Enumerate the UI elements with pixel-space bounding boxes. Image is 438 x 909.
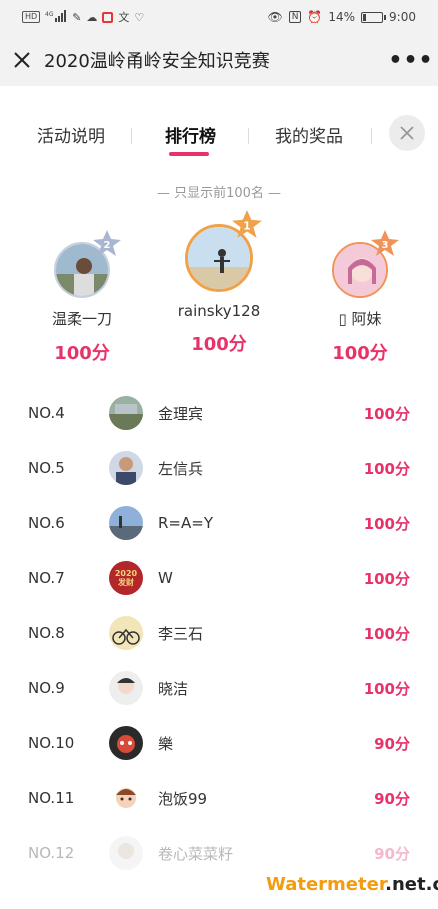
svg-text:4G: 4G (45, 11, 54, 18)
podium-first-name: rainsky128 (177, 302, 261, 320)
rank-label: NO.6 (28, 514, 65, 532)
user-score: 100分 (363, 569, 410, 588)
translate-icon: 文 (118, 11, 130, 24)
podium: 2 温柔一刀 100分 1 rainsky128 100分 3 ▯ 阿妹 100… (0, 210, 438, 365)
user-score: 100分 (363, 514, 410, 533)
podium-second[interactable]: 2 温柔一刀 100分 (12, 230, 152, 365)
avatar (109, 671, 143, 705)
user-score: 100分 (363, 624, 410, 643)
hd-icon: HD (22, 11, 41, 23)
gold-rank-label: 1 (243, 219, 250, 232)
user-name: 李三石 (158, 624, 204, 643)
user-score: 90分 (374, 789, 410, 808)
rank-label: NO.12 (28, 844, 75, 862)
user-name: 泡饭99 (158, 789, 208, 808)
podium-second-name: 温柔一刀 (51, 310, 112, 328)
battery-percent: 14% (328, 10, 356, 24)
rank-label: NO.7 (28, 569, 65, 587)
user-score: 90分 (374, 844, 410, 863)
podium-first[interactable]: 1 rainsky128 100分 (149, 210, 289, 356)
notification-icon: ✎ (72, 10, 82, 24)
bronze-rank-label: 3 (382, 240, 389, 251)
tab-divider (371, 128, 372, 144)
list-item[interactable]: NO.9 晓洁 100分 (0, 661, 438, 715)
nfc-icon: N (288, 11, 302, 23)
rank-label: NO.10 (28, 734, 75, 752)
user-score: 100分 (363, 459, 410, 478)
tab-divider (248, 128, 249, 144)
app-icon (102, 11, 114, 23)
user-name: 金理宾 (158, 404, 204, 423)
user-score: 90分 (374, 734, 410, 753)
user-name: 晓洁 (158, 679, 189, 698)
podium-first-score: 100分 (191, 334, 247, 355)
rank-label: NO.4 (28, 404, 65, 422)
top100-notice: — 只显示前100名 — (156, 186, 282, 201)
avatar (109, 781, 143, 815)
user-name: 樂 (158, 734, 174, 753)
user-name: 卷心菜菜籽 (158, 844, 234, 863)
avatar (109, 616, 143, 650)
avatar (109, 506, 143, 540)
eye-icon: 👁 (267, 10, 283, 24)
list-item[interactable]: NO.8 李三石 100分 (0, 606, 438, 660)
list-item[interactable]: NO.10 樂 90分 (0, 716, 438, 770)
tab-my-prizes[interactable]: 我的奖品 (275, 122, 343, 147)
status-left: HD 4G ✎ ☁ 文 ♡ (22, 9, 267, 25)
rank-label: NO.11 (28, 789, 75, 807)
gold-badge-icon: 1 (232, 210, 262, 238)
avatar: 2020 发财 (109, 561, 143, 595)
avatar (109, 836, 143, 870)
tab-activity-info[interactable]: 活动说明 (37, 122, 105, 147)
list-item[interactable]: NO.12 卷心菜菜籽 90分 (0, 826, 438, 880)
battery-icon (361, 11, 387, 23)
rank-label: NO.8 (28, 624, 65, 642)
tab-divider (131, 128, 132, 144)
watermark-part2: .net.cn (385, 874, 438, 895)
rank-label: NO.9 (28, 679, 65, 697)
title-bar: 2020温岭甬岭安全知识竞赛 ••• (0, 34, 438, 86)
podium-second-score: 100分 (54, 343, 110, 364)
list-item[interactable]: NO.5 左信兵 100分 (0, 441, 438, 495)
avatar (109, 726, 143, 760)
signal-icon: 4G (45, 9, 67, 25)
more-menu-icon[interactable]: ••• (384, 48, 438, 73)
list-item[interactable]: NO.7 2020 发财 W 100分 (0, 551, 438, 605)
bronze-badge-icon: 3 (371, 230, 399, 256)
avatar (109, 451, 143, 485)
rank-label: NO.5 (28, 459, 65, 477)
heart-icon: ♡ (134, 10, 145, 24)
tab-leaderboard[interactable]: 排行榜 (165, 122, 216, 147)
active-tab-indicator (169, 152, 209, 156)
user-name: 左信兵 (158, 459, 204, 478)
clock: 9:00 (389, 10, 416, 24)
watermark: Watermeter.net.cn (266, 874, 438, 895)
podium-third-name: ▯ 阿妹 (338, 310, 382, 328)
user-score: 100分 (363, 404, 410, 423)
list-item[interactable]: NO.6 R=A=Y 100分 (0, 496, 438, 550)
avatar (109, 396, 143, 430)
battery-fill (363, 13, 367, 21)
user-name: R=A=Y (158, 514, 213, 532)
status-bar: HD 4G ✎ ☁ 文 ♡ 👁 N ⏰ 14% 9:00 (0, 0, 438, 34)
page-title: 2020温岭甬岭安全知识竞赛 (44, 51, 270, 72)
cloud-icon: ☁ (86, 10, 98, 24)
tab-bar: 活动说明 排行榜 我的奖品 (0, 106, 438, 166)
list-item[interactable]: NO.11 泡饭99 90分 (0, 771, 438, 825)
user-name: W (158, 569, 173, 587)
panel-close-button[interactable] (389, 115, 425, 151)
silver-rank-label: 2 (104, 240, 111, 251)
silver-badge-icon: 2 (93, 230, 121, 256)
status-right: 👁 N ⏰ 14% 9:00 (267, 10, 416, 24)
podium-third-score: 100分 (332, 343, 388, 364)
watermark-part1: Watermeter (266, 874, 386, 895)
alarm-icon: ⏰ (307, 10, 323, 24)
close-icon[interactable] (0, 34, 44, 86)
list-item[interactable]: NO.4 金理宾 100分 (0, 386, 438, 440)
podium-third[interactable]: 3 ▯ 阿妹 100分 (290, 230, 430, 365)
leaderboard-panel: 活动说明 排行榜 我的奖品 — 只显示前100名 — 2 温柔一刀 100分 1… (0, 86, 438, 909)
user-score: 100分 (363, 679, 410, 698)
